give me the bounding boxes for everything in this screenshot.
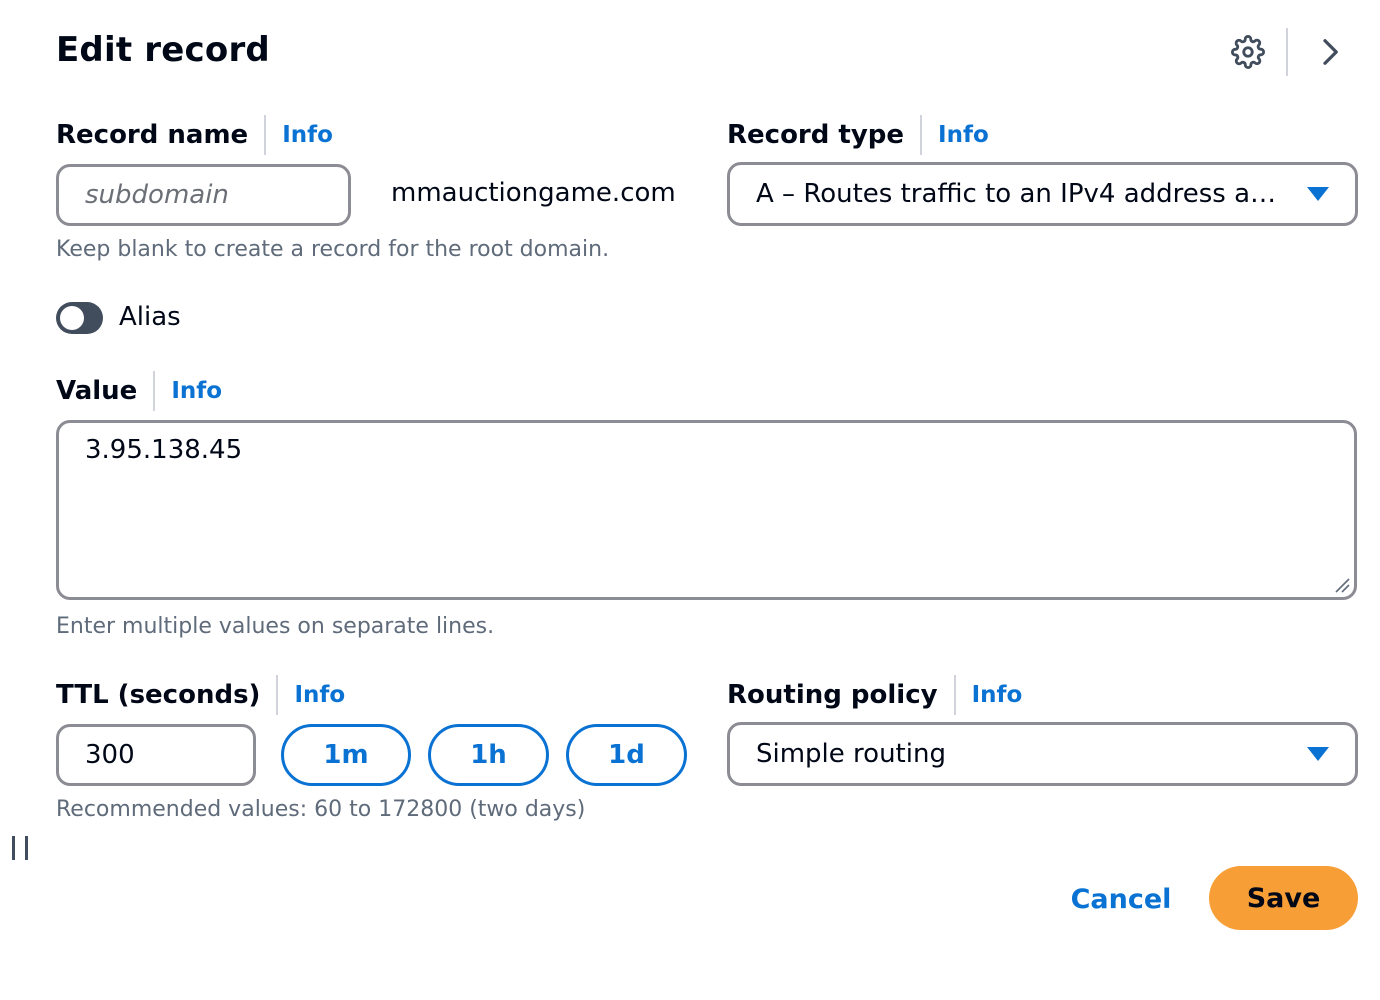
caret-down-icon bbox=[1307, 187, 1329, 201]
routing-policy-info-link[interactable]: Info bbox=[972, 682, 1023, 708]
collapse-panel-button[interactable] bbox=[1308, 30, 1352, 74]
chevron-right-icon bbox=[1323, 39, 1338, 65]
settings-button[interactable] bbox=[1226, 30, 1270, 74]
record-name-hint: Keep blank to create a record for the ro… bbox=[56, 237, 610, 262]
cancel-button[interactable]: Cancel bbox=[1064, 868, 1178, 930]
record-name-label: Record name bbox=[56, 120, 249, 150]
panel-resize-handle[interactable] bbox=[12, 836, 28, 860]
record-type-selected-value: A – Routes traffic to an IPv4 address an… bbox=[756, 179, 1287, 209]
ttl-label: TTL (seconds) bbox=[56, 680, 261, 710]
toggle-knob bbox=[60, 306, 84, 330]
domain-suffix: mmauctiongame.com bbox=[391, 178, 676, 208]
ttl-preset-1d-button[interactable]: 1d bbox=[566, 724, 687, 786]
save-button[interactable]: Save bbox=[1209, 866, 1358, 930]
routing-policy-label: Routing policy bbox=[727, 680, 938, 710]
value-text: 3.95.138.45 bbox=[85, 435, 243, 465]
ttl-value: 300 bbox=[85, 740, 135, 770]
value-label: Value bbox=[56, 376, 138, 406]
info-separator bbox=[153, 371, 156, 411]
ttl-preset-1h-button[interactable]: 1h bbox=[428, 724, 549, 786]
caret-down-icon bbox=[1307, 747, 1329, 761]
ttl-preset-1m-button[interactable]: 1m bbox=[281, 724, 411, 786]
record-type-select[interactable]: A – Routes traffic to an IPv4 address an… bbox=[727, 162, 1358, 226]
value-textarea[interactable]: 3.95.138.45 bbox=[56, 420, 1357, 600]
gear-icon bbox=[1231, 35, 1265, 69]
record-name-info-link[interactable]: Info bbox=[282, 122, 333, 148]
routing-policy-select[interactable]: Simple routing bbox=[727, 722, 1358, 786]
info-separator bbox=[264, 115, 267, 155]
info-separator bbox=[276, 675, 279, 715]
handle-bar bbox=[25, 836, 28, 860]
record-type-info-link[interactable]: Info bbox=[938, 122, 989, 148]
value-info-link[interactable]: Info bbox=[171, 378, 222, 404]
ttl-hint: Recommended values: 60 to 172800 (two da… bbox=[56, 797, 586, 822]
record-type-label: Record type bbox=[727, 120, 905, 150]
info-separator bbox=[920, 115, 923, 155]
value-label-row: Value Info bbox=[56, 370, 222, 412]
header-divider bbox=[1286, 28, 1288, 76]
ttl-input[interactable]: 300 bbox=[56, 724, 256, 786]
record-name-label-row: Record name Info bbox=[56, 114, 333, 156]
header-actions bbox=[1226, 28, 1352, 76]
routing-policy-label-row: Routing policy Info bbox=[727, 674, 1022, 716]
routing-policy-selected-value: Simple routing bbox=[756, 739, 946, 769]
alias-toggle[interactable] bbox=[56, 302, 103, 334]
ttl-label-row: TTL (seconds) Info bbox=[56, 674, 345, 716]
handle-bar bbox=[12, 836, 15, 860]
record-type-label-row: Record type Info bbox=[727, 114, 989, 156]
alias-label: Alias bbox=[119, 302, 181, 332]
ttl-info-link[interactable]: Info bbox=[294, 682, 345, 708]
page-title: Edit record bbox=[56, 30, 270, 70]
value-hint: Enter multiple values on separate lines. bbox=[56, 614, 495, 639]
record-name-placeholder: subdomain bbox=[85, 180, 229, 210]
info-separator bbox=[953, 675, 956, 715]
resize-grip-icon[interactable] bbox=[1332, 575, 1350, 593]
record-name-input[interactable]: subdomain bbox=[56, 164, 351, 226]
